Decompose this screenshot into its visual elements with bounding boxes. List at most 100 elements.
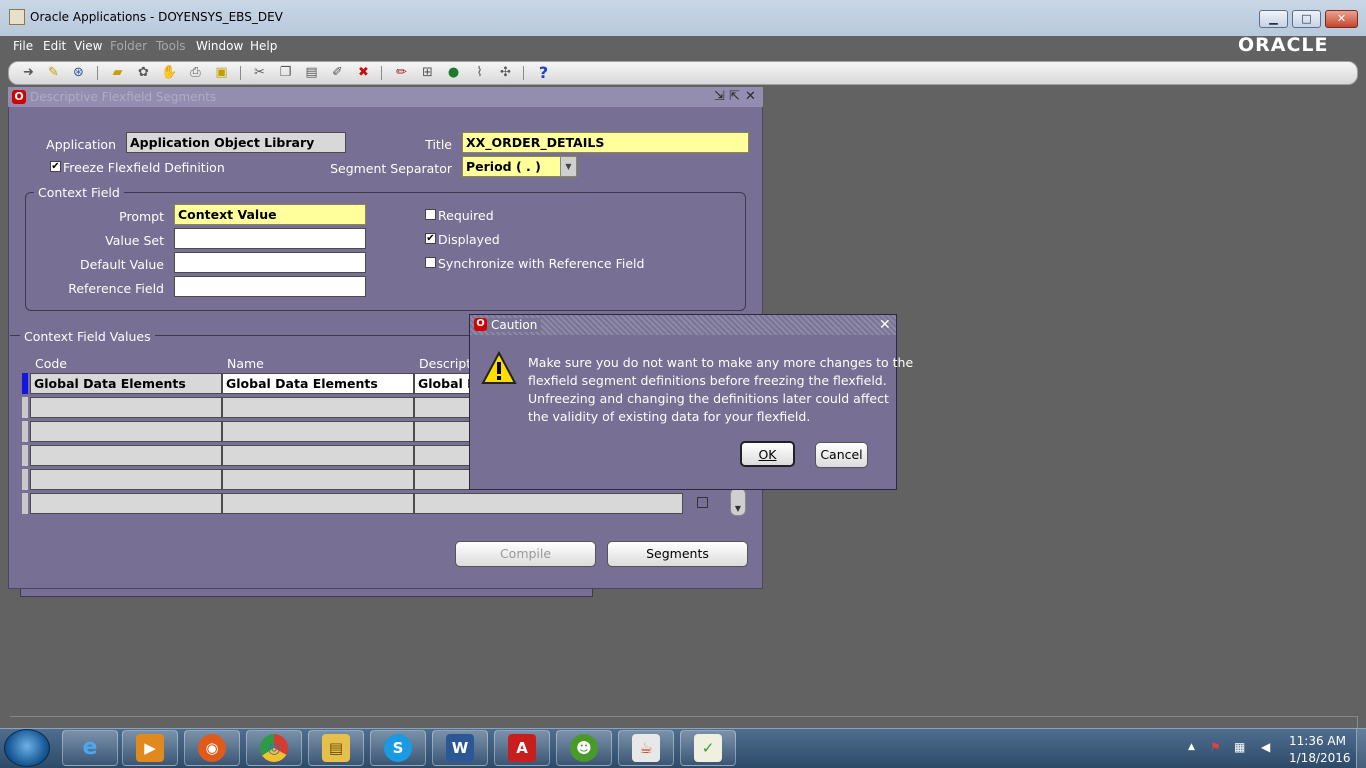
compile-button[interactable]: Compile [455, 541, 596, 567]
menu-folder[interactable]: Folder [110, 39, 147, 53]
displayed-checkbox[interactable]: ✔ [425, 233, 436, 244]
default-value-field[interactable] [174, 252, 366, 273]
toad-icon: ☻ [570, 734, 598, 762]
show-hidden-icons-chevron-icon[interactable]: ▲ [1188, 742, 1195, 752]
default-value-label: Default Value [80, 257, 164, 272]
restore-form-icon[interactable]: ⇱ [729, 89, 740, 104]
internet-explorer-icon: e [82, 735, 98, 760]
prompt-field[interactable]: Context Value [174, 204, 366, 225]
clock-date[interactable]: 1/18/2016 [1289, 751, 1351, 765]
volume-icon[interactable]: ◀ [1261, 740, 1270, 754]
close-dialog-button[interactable]: ✕ [879, 317, 891, 333]
toolbar [8, 61, 1358, 85]
translations-icon[interactable]: ● [445, 64, 462, 81]
row-indicator[interactable] [22, 397, 28, 418]
warning-icon [481, 350, 517, 388]
menu-window[interactable]: Window [196, 39, 243, 53]
row-indicator[interactable] [22, 445, 28, 466]
segments-button[interactable]: Segments [607, 541, 748, 567]
current-row-indicator[interactable] [22, 373, 28, 394]
edit-field-icon[interactable]: ✏ [393, 64, 410, 81]
delete-record-icon[interactable]: ✖ [355, 64, 372, 81]
table-cell-name[interactable]: Global Data Elements [222, 373, 414, 394]
acrobat-icon: A [508, 734, 536, 762]
column-header-description: Descripti [419, 356, 475, 371]
table-cell-code[interactable] [30, 397, 222, 418]
show-desktop-button[interactable] [1356, 729, 1366, 768]
dialog-message-line: the validity of existing data for your f… [528, 409, 811, 424]
zoom-icon[interactable]: ⊞ [419, 64, 436, 81]
reference-field-input[interactable] [174, 276, 366, 297]
menu-tools[interactable]: Tools [156, 39, 186, 53]
paste-icon[interactable]: ▤ [303, 64, 320, 81]
network-warning-icon[interactable]: ⚑ [1210, 740, 1221, 754]
chevron-down-icon[interactable]: ▼ [560, 157, 576, 176]
row-indicator[interactable] [22, 493, 28, 514]
window-title: Oracle Applications - DOYENSYS_EBS_DEV [30, 10, 283, 24]
dialog-message-line: Unfreezing and changing the definitions … [528, 391, 889, 406]
table-cell-name[interactable] [222, 397, 414, 418]
navigator-icon[interactable]: ⊛ [70, 64, 87, 81]
find-icon[interactable]: ✎ [45, 64, 62, 81]
menu-file[interactable]: File [13, 39, 33, 53]
table-cell-description[interactable] [414, 493, 683, 514]
dialog-title: Caution [487, 318, 542, 332]
context-field-group-label: Context Field [34, 185, 124, 200]
clock-time[interactable]: 11:36 AM [1289, 734, 1346, 748]
application-field[interactable]: Application Object Library [126, 132, 346, 153]
synchronize-checkbox[interactable] [425, 257, 436, 268]
skype-icon: S [384, 734, 412, 762]
table-cell-code[interactable] [30, 493, 222, 514]
toolbar-separator [240, 66, 241, 80]
required-label: Required [438, 208, 494, 223]
action-center-icon[interactable]: ▦ [1234, 740, 1245, 754]
menu-edit[interactable]: Edit [43, 39, 66, 53]
file-explorer-icon: ▤ [322, 734, 350, 762]
new-icon[interactable]: ➜ [20, 64, 37, 81]
close-form-button[interactable]: ✕ [745, 89, 756, 104]
toolbar-separator [97, 66, 98, 80]
table-cell-name[interactable] [222, 421, 414, 442]
chrome-icon: ◎ [260, 734, 288, 762]
row-flag-checkbox[interactable] [697, 497, 708, 508]
oracle-o-icon: O [12, 90, 26, 104]
help-icon[interactable]: ? [535, 64, 552, 81]
close-window-button[interactable]: ✕ [1325, 10, 1358, 28]
table-cell-code[interactable] [30, 421, 222, 442]
minimize-button[interactable]: ▁ [1259, 10, 1288, 28]
print-icon[interactable]: ⎙ [187, 64, 204, 81]
maximize-button[interactable]: □ [1292, 10, 1321, 28]
ok-button[interactable]: OK [740, 441, 795, 467]
row-indicator[interactable] [22, 421, 28, 442]
table-cell-name[interactable] [222, 469, 414, 490]
word-icon: W [446, 734, 474, 762]
toolbar-separator [523, 66, 524, 80]
save-icon[interactable]: ▰ [109, 64, 126, 81]
attachments-icon[interactable]: ⌇ [471, 64, 488, 81]
menu-help[interactable]: Help [250, 39, 277, 53]
title-field[interactable]: XX_ORDER_DETAILS [462, 132, 749, 153]
cancel-button[interactable]: Cancel [815, 442, 868, 468]
value-set-label: Value Set [105, 233, 164, 248]
row-indicator[interactable] [22, 469, 28, 490]
start-button[interactable] [4, 729, 50, 767]
scroll-down-icon[interactable]: ▼ [730, 488, 746, 516]
minimize-form-icon[interactable]: ⇲ [714, 89, 725, 104]
table-cell-name[interactable] [222, 493, 414, 514]
required-checkbox[interactable] [425, 209, 436, 220]
table-cell-code[interactable] [30, 469, 222, 490]
menu-view[interactable]: View [74, 39, 102, 53]
value-set-field[interactable] [174, 228, 366, 249]
toolbar-separator [381, 66, 382, 80]
copy-icon[interactable]: ❐ [277, 64, 294, 81]
next-step-icon[interactable]: ✿ [135, 64, 152, 81]
table-cell-code[interactable] [30, 445, 222, 466]
folder-tools-icon[interactable]: ✣ [497, 64, 514, 81]
close-form-icon[interactable]: ▣ [213, 64, 230, 81]
table-cell-code[interactable]: Global Data Elements [30, 373, 222, 394]
switch-responsibility-icon[interactable]: ✋ [161, 64, 178, 81]
cut-icon[interactable]: ✂ [251, 64, 268, 81]
new-record-icon[interactable]: ✐ [329, 64, 346, 81]
table-cell-name[interactable] [222, 445, 414, 466]
freeze-checkbox[interactable]: ✔ [50, 161, 61, 172]
